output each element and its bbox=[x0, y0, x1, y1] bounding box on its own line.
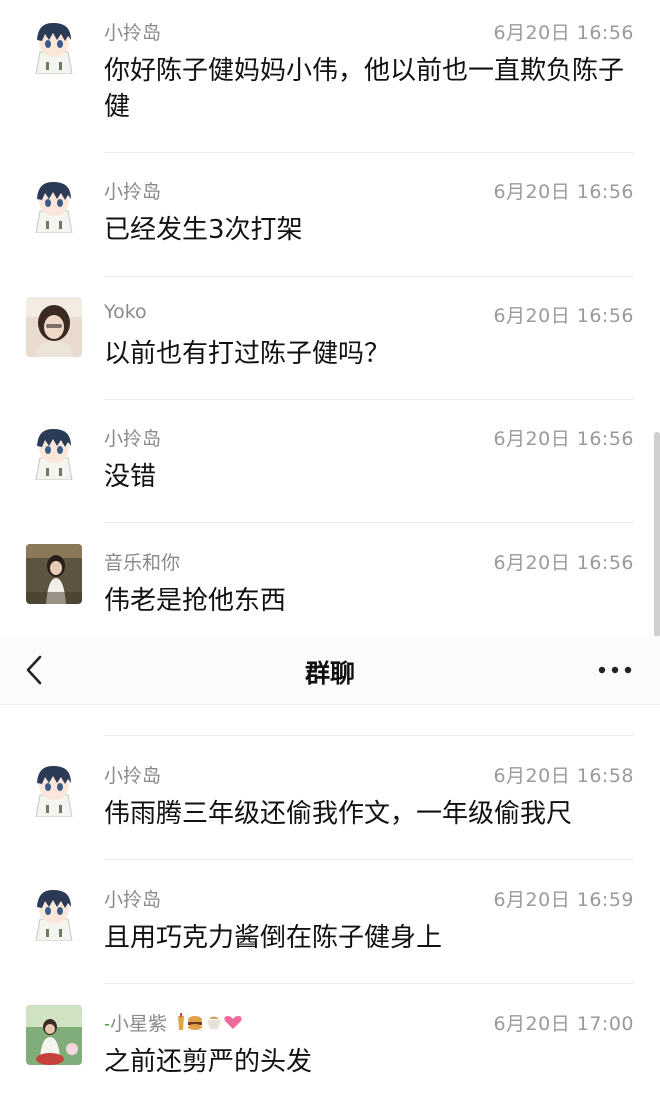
timestamp: 6月20日 16:56 bbox=[493, 22, 634, 44]
message-item[interactable]: 小拎岛 6月20日 16:56 已经发生3次打架 bbox=[0, 159, 660, 282]
message-item[interactable]: 小拎岛 6月20日 16:56 没错 bbox=[0, 406, 660, 529]
avatar[interactable] bbox=[26, 544, 82, 604]
timestamp: 6月20日 16:56 bbox=[493, 428, 634, 450]
divider bbox=[104, 152, 634, 153]
sender-name[interactable]: 小拎岛 bbox=[104, 761, 161, 788]
avatar[interactable] bbox=[26, 1005, 82, 1065]
sender-name[interactable]: Yoko bbox=[104, 301, 147, 323]
message-item[interactable]: Yoko 6月20日 16:56 以前也有打过陈子健吗？ bbox=[0, 283, 660, 406]
message-text: 伟老是抢他东西 bbox=[104, 586, 287, 616]
more-dots-icon[interactable] bbox=[598, 661, 632, 679]
timestamp: 6月20日 16:56 bbox=[493, 305, 634, 327]
nav-bar: 群聊 bbox=[0, 636, 660, 705]
message-text: 没错 bbox=[104, 462, 157, 492]
sender-name[interactable]: 小拎岛 bbox=[104, 885, 161, 912]
timestamp: 6月20日 16:59 bbox=[493, 889, 634, 911]
divider bbox=[104, 735, 634, 736]
message-item[interactable]: 小拎岛 6月20日 16:56 你好陈子健妈妈小伟，他以前也一直欺负陈子健 bbox=[0, 0, 660, 123]
sender-name[interactable]: 音乐和你 bbox=[104, 548, 180, 575]
message-text: 已经发生3次打架 bbox=[104, 215, 303, 245]
avatar[interactable] bbox=[26, 297, 82, 357]
divider bbox=[104, 983, 634, 984]
sender-name[interactable]: ˗小星紫 bbox=[104, 1009, 245, 1037]
message-text: 且用巧克力酱倒在陈子健身上 bbox=[104, 923, 443, 953]
timestamp: 6月20日 17:00 bbox=[493, 1013, 634, 1035]
sender-name[interactable]: 小拎岛 bbox=[104, 18, 161, 45]
avatar[interactable] bbox=[26, 881, 82, 941]
timestamp: 6月20日 16:58 bbox=[493, 765, 634, 787]
avatar[interactable] bbox=[26, 420, 82, 480]
page-title: 群聊 bbox=[304, 659, 355, 688]
divider bbox=[104, 276, 634, 277]
sender-name[interactable]: 小拎岛 bbox=[104, 177, 161, 204]
emoji-icons bbox=[175, 1012, 245, 1037]
message-item[interactable]: 小拎岛 6月20日 16:58 伟雨腾三年级还偷我作文，一年级偷我尺 bbox=[0, 743, 660, 866]
divider bbox=[104, 859, 634, 860]
timestamp: 6月20日 16:56 bbox=[493, 552, 634, 574]
sender-name[interactable]: 小拎岛 bbox=[104, 424, 161, 451]
avatar[interactable] bbox=[26, 14, 82, 74]
group-chat-screen: 小拎岛 6月20日 16:56 你好陈子健妈妈小伟，他以前也一直欺负陈子健 小拎… bbox=[0, 0, 660, 1094]
divider bbox=[104, 522, 634, 523]
message-item[interactable]: 音乐和你 6月20日 16:56 伟老是抢他东西 bbox=[0, 530, 660, 653]
message-text: 伟雨腾三年级还偷我作文，一年级偷我尺 bbox=[104, 799, 573, 829]
timestamp: 6月20日 16:56 bbox=[493, 181, 634, 203]
avatar[interactable] bbox=[26, 757, 82, 817]
sender-name-text: 小星紫 bbox=[110, 1013, 168, 1035]
avatar[interactable] bbox=[26, 173, 82, 233]
message-text: 你好陈子健妈妈小伟，他以前也一直欺负陈子健 bbox=[104, 56, 625, 122]
message-item[interactable]: ˗小星紫 6月20日 17:00 之前还剪严的头发 bbox=[0, 991, 660, 1094]
message-item[interactable]: 小拎岛 6月20日 16:59 且用巧克力酱倒在陈子健身上 bbox=[0, 867, 660, 990]
divider bbox=[104, 399, 634, 400]
scroll-indicator[interactable] bbox=[654, 432, 660, 637]
message-text: 以前也有打过陈子健吗？ bbox=[104, 339, 391, 369]
message-text: 之前还剪严的头发 bbox=[104, 1047, 313, 1077]
